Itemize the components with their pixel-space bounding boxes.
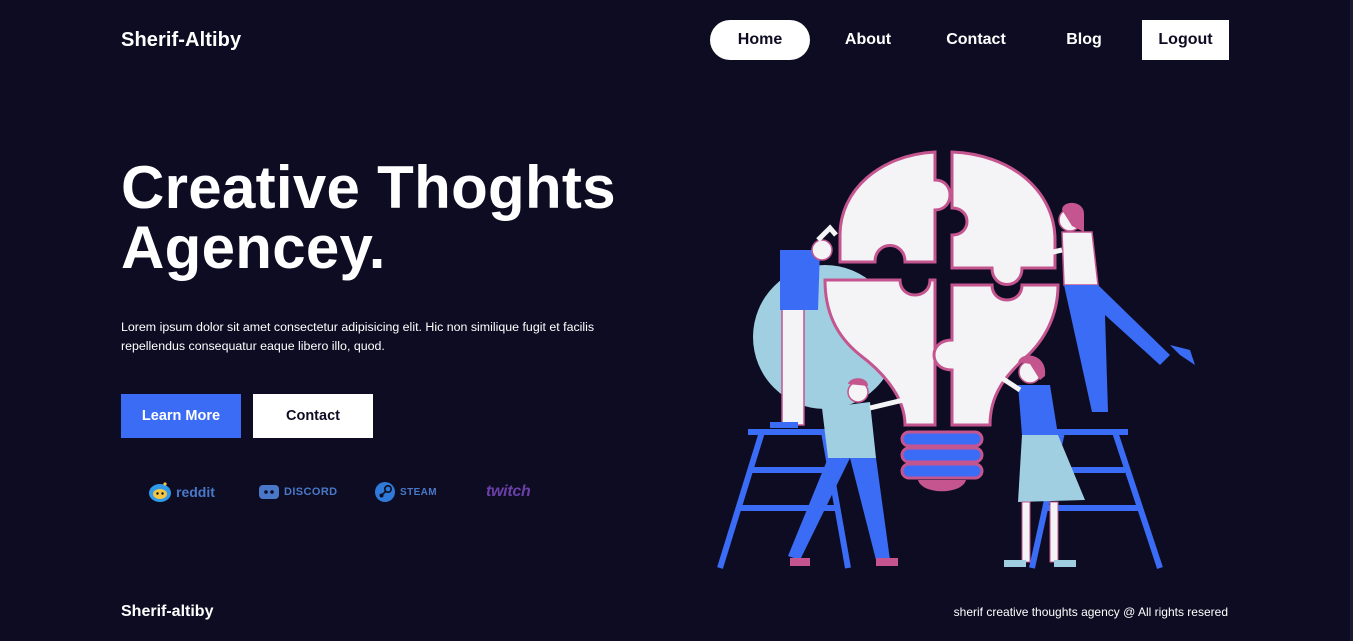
hero-illustration	[717, 150, 1195, 569]
twitch-logo: twitch	[486, 480, 531, 504]
reddit-logo: reddit	[148, 480, 215, 504]
discord-logo: discord	[258, 480, 338, 504]
learn-more-button[interactable]: Learn More	[121, 394, 241, 438]
bulb-tip	[918, 480, 966, 492]
footer-brand: Sherif-altiby	[121, 603, 214, 620]
hero-title: Creative Thoghts Agencey.	[121, 158, 681, 278]
hero-title-line-1: Creative Thoghts	[121, 154, 616, 221]
bulb-base	[900, 430, 984, 480]
contact-button[interactable]: Contact	[253, 394, 373, 438]
discord-icon	[259, 485, 279, 499]
steam-label: steam	[400, 486, 437, 498]
steam-icon	[375, 482, 395, 502]
reddit-label: reddit	[176, 484, 215, 500]
nav-home[interactable]: Home	[710, 20, 810, 60]
reddit-icon	[149, 482, 171, 502]
hero-title-line-2: Agencey.	[121, 214, 386, 281]
steam-logo: steam	[374, 480, 437, 504]
footer-copyright: sherif creative thoughts agency @ All ri…	[953, 605, 1228, 619]
twitch-icon: twitch	[486, 483, 531, 500]
nav-blog[interactable]: Blog	[1044, 20, 1124, 60]
page: Sherif-Altiby Home About Contact Blog Lo…	[0, 0, 1353, 641]
nav-about[interactable]: About	[828, 20, 908, 60]
hero-description: Lorem ipsum dolor sit amet consectetur a…	[121, 320, 595, 353]
logout-button[interactable]: Logout	[1142, 20, 1229, 60]
discord-label: discord	[284, 486, 338, 498]
site-logo[interactable]: Sherif-Altiby	[121, 29, 241, 52]
nav-contact[interactable]: Contact	[936, 20, 1016, 60]
